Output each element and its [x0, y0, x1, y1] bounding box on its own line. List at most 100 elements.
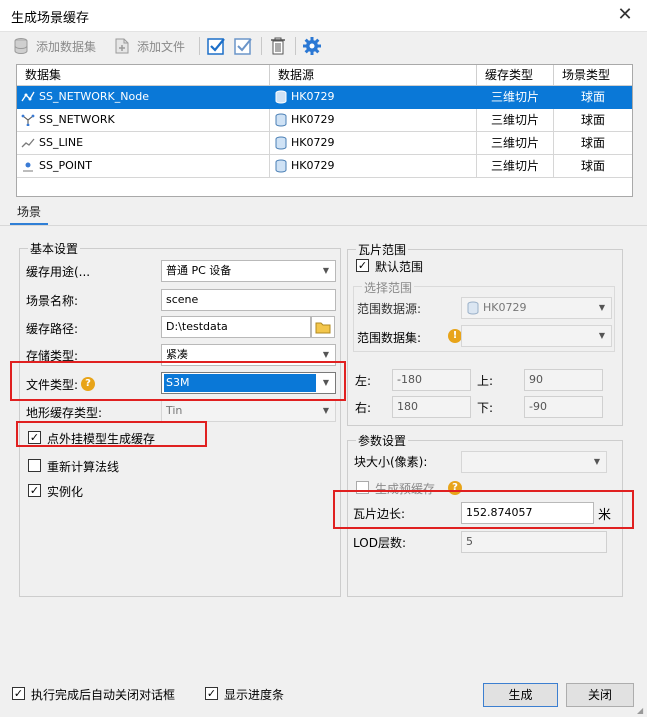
right-bound-input[interactable]: 180 — [392, 396, 471, 418]
cache-usage-value: 普通 PC 设备 — [166, 264, 232, 277]
basic-settings-title: 基本设置 — [28, 240, 81, 257]
range-datasource-select[interactable]: HK0729 ▼ — [461, 297, 612, 319]
top-bound-input[interactable]: 90 — [524, 369, 603, 391]
column-header-cache-type[interactable]: 缓存类型 — [477, 65, 554, 86]
invert-selection-button[interactable] — [233, 36, 253, 56]
datasource-icon — [275, 136, 287, 150]
cache-usage-select[interactable]: 普通 PC 设备 ▼ — [161, 260, 336, 282]
datasource-icon — [275, 113, 287, 127]
scene-name-label: 场景名称: — [26, 294, 79, 308]
highlight-box — [333, 490, 634, 529]
cache-path-input[interactable]: D:\testdata — [161, 316, 311, 338]
auto-close-label: 执行完成后自动关闭对话框 — [31, 688, 176, 702]
bottom-bound-label: 下: — [477, 401, 494, 415]
checkbox-checked-icon — [207, 38, 225, 55]
terrain-cache-type-value: Tin — [166, 404, 183, 417]
dataset-cell: SS_LINE — [17, 132, 270, 155]
chevron-down-icon: ▼ — [598, 303, 606, 312]
instancing-checkbox[interactable]: ✓ — [28, 484, 41, 497]
select-range-title: 选择范围 — [362, 279, 415, 296]
point-dataset-icon — [23, 162, 33, 172]
table-row[interactable]: SS_LINE HK0729 三维切片 球面 — [17, 132, 632, 155]
tab-active-indicator — [10, 223, 48, 225]
datasource-name: HK0729 — [291, 90, 335, 103]
block-size-label: 块大小(像素): — [354, 455, 428, 469]
instancing-label: 实例化 — [47, 485, 84, 499]
dataset-cell: SS_NETWORK — [17, 109, 270, 132]
highlight-box — [16, 421, 207, 447]
datasource-cell: HK0729 — [270, 132, 477, 155]
storage-type-value: 紧凑 — [166, 348, 188, 361]
scene-name-input[interactable]: scene — [161, 289, 336, 311]
checkbox-outline-icon — [234, 38, 252, 55]
dataset-name: SS_POINT — [39, 159, 92, 172]
table-row[interactable]: SS_NETWORK_Node HK0729 三维切片 球面 — [17, 86, 632, 109]
default-range-checkbox[interactable]: ✓ — [356, 259, 369, 272]
range-datasource-label: 范围数据源: — [357, 302, 422, 316]
trash-icon — [271, 37, 285, 55]
add-file-button[interactable]: 添加文件 — [113, 35, 185, 57]
cache-path-label: 缓存路径: — [26, 322, 79, 336]
left-bound-input[interactable]: -180 — [392, 369, 471, 391]
database-icon — [14, 38, 28, 55]
chevron-down-icon: ▼ — [593, 457, 601, 466]
bottom-bound-input[interactable]: -90 — [524, 396, 603, 418]
block-size-select[interactable]: ▼ — [461, 451, 607, 473]
auto-close-checkbox[interactable]: ✓ — [12, 687, 25, 700]
add-dataset-label: 添加数据集 — [36, 39, 97, 54]
close-button[interactable]: 关闭 — [566, 683, 634, 707]
lod-levels-input[interactable]: 5 — [461, 531, 607, 553]
datasource-icon — [275, 90, 287, 104]
title-bar — [0, 0, 647, 32]
scene-type-cell: 球面 — [554, 86, 632, 109]
select-all-button[interactable] — [206, 36, 226, 56]
dataset-name: SS_NETWORK — [39, 113, 115, 126]
lod-levels-label: LOD层数: — [353, 536, 406, 550]
table-row[interactable]: SS_NETWORK HK0729 三维切片 球面 — [17, 109, 632, 132]
scene-type-cell: 球面 — [554, 109, 632, 132]
gear-icon — [303, 37, 321, 55]
show-progress-checkbox[interactable]: ✓ — [205, 687, 218, 700]
dataset-cell: SS_NETWORK_Node — [17, 86, 270, 109]
help-icon[interactable]: ! — [448, 329, 462, 343]
highlight-box — [10, 361, 346, 401]
generate-button[interactable]: 生成 — [483, 683, 558, 707]
cache-type-cell: 三维切片 — [477, 132, 554, 155]
scene-type-cell: 球面 — [554, 132, 632, 155]
network-icon — [21, 114, 35, 127]
delete-button[interactable] — [268, 36, 288, 56]
cache-type-cell: 三维切片 — [477, 155, 554, 178]
cache-type-cell: 三维切片 — [477, 86, 554, 109]
toolbar-separator — [295, 37, 296, 55]
datasource-cell: HK0729 — [270, 86, 477, 109]
scene-type-cell: 球面 — [554, 155, 632, 178]
chevron-down-icon: ▼ — [322, 266, 330, 275]
parameter-settings-title: 参数设置 — [356, 432, 409, 449]
recompute-normals-checkbox[interactable] — [28, 459, 41, 472]
resize-grip-icon[interactable]: ◢ — [637, 707, 645, 715]
line-dataset-icon — [21, 138, 35, 148]
datasource-name: HK0729 — [291, 136, 335, 149]
column-header-dataset[interactable]: 数据集 — [17, 65, 270, 86]
dataset-grid: 数据集 数据源 缓存类型 场景类型 SS_NETWORK_Node HK0729… — [16, 64, 633, 197]
range-dataset-select[interactable]: ▼ — [461, 325, 612, 347]
default-range-label: 默认范围 — [375, 260, 424, 274]
add-dataset-button[interactable]: 添加数据集 — [12, 35, 96, 57]
network-node-icon — [21, 91, 35, 102]
datasource-icon — [467, 301, 479, 315]
cache-usage-label: 缓存用途(... — [26, 265, 91, 279]
table-row[interactable]: SS_POINT HK0729 三维切片 球面 — [17, 155, 632, 178]
terrain-cache-type-select[interactable]: Tin ▼ — [161, 400, 336, 422]
browse-folder-button[interactable] — [311, 316, 335, 338]
column-header-scene-type[interactable]: 场景类型 — [554, 65, 632, 86]
close-icon[interactable]: ✕ — [612, 3, 638, 29]
chevron-down-icon: ▼ — [322, 406, 330, 415]
chevron-down-icon: ▼ — [598, 331, 606, 340]
datasource-icon — [275, 159, 287, 173]
right-bound-label: 右: — [355, 401, 372, 415]
dataset-name: SS_LINE — [39, 136, 84, 149]
add-file-icon — [115, 38, 129, 54]
settings-button[interactable] — [302, 36, 322, 56]
column-header-datasource[interactable]: 数据源 — [270, 65, 477, 86]
folder-icon — [315, 322, 331, 334]
